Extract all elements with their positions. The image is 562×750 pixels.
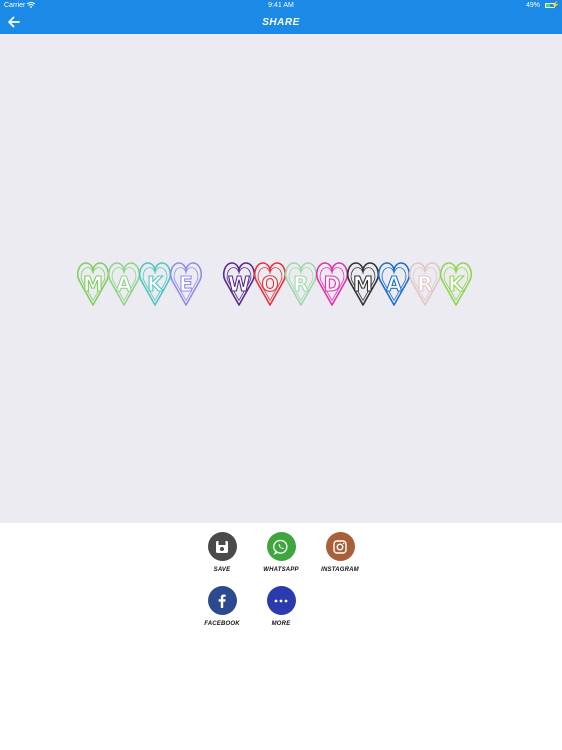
charging-bolt-icon: ⚡ <box>551 2 560 9</box>
wordmark-preview: MAKEWORDMARK <box>0 34 562 523</box>
wordmark-letter: E <box>179 272 193 296</box>
more-circle[interactable] <box>266 586 296 615</box>
wordmark-letter-heart: M <box>347 262 379 306</box>
wordmark-letter: K <box>448 272 465 296</box>
instagram-circle[interactable] <box>325 532 355 561</box>
facebook-icon <box>218 594 226 608</box>
wordmark-letter-heart: K <box>440 262 472 306</box>
status-bar: Carrier 9:41 AM 49% ⚡ <box>0 0 562 11</box>
wordmark-letter-heart: W <box>223 262 255 306</box>
whatsapp-icon <box>273 539 288 555</box>
whatsapp-label: WHATSAPP <box>263 567 299 573</box>
more-label: MORE <box>271 621 291 627</box>
more-button[interactable]: MORE <box>251 586 311 627</box>
save-label: SAVE <box>213 567 231 573</box>
save-circle[interactable] <box>207 532 237 561</box>
share-panel: SAVE WHATSAPP INSTAGRAM FACEBOOK MORE <box>0 523 562 750</box>
wordmark-letter: A <box>386 272 402 296</box>
wordmark-letter: M <box>83 272 103 296</box>
wordmark-letter-heart: O <box>254 262 286 306</box>
wordmark-letter-heart: D <box>316 262 348 306</box>
whatsapp-circle[interactable] <box>266 532 296 561</box>
save-button[interactable]: SAVE <box>192 532 252 573</box>
wordmark-letter-heart: R <box>409 262 441 306</box>
wordmark-letter: R <box>417 272 432 296</box>
wordmark-letter-heart: A <box>108 262 140 306</box>
wordmark-letter: M <box>353 272 373 296</box>
floppy-disk-icon <box>216 540 228 553</box>
wordmark-letter-heart: E <box>170 262 202 306</box>
page-title: SHARE <box>262 17 300 28</box>
clock-time: 9:41 AM <box>268 2 294 9</box>
wordmark-letter-heart: R <box>285 262 317 306</box>
navigation-bar: SHARE <box>0 11 562 34</box>
instagram-label: INSTAGRAM <box>321 567 359 573</box>
wordmark-letter-heart: M <box>77 262 109 306</box>
battery-percentage: 49% <box>525 2 540 9</box>
instagram-button[interactable]: INSTAGRAM <box>310 532 370 573</box>
wordmark-letter: D <box>324 272 341 296</box>
wordmark-letter: R <box>293 272 308 296</box>
wordmark-letter: O <box>261 272 278 296</box>
facebook-circle[interactable] <box>207 586 237 615</box>
wordmark-letter-heart: K <box>139 262 171 306</box>
instagram-icon <box>333 539 347 554</box>
more-dots-icon <box>274 599 288 602</box>
facebook-button[interactable]: FACEBOOK <box>192 586 252 627</box>
facebook-label: FACEBOOK <box>204 621 240 627</box>
wordmark-letter-heart: A <box>378 262 410 306</box>
wordmark-letter: W <box>228 272 250 296</box>
whatsapp-button[interactable]: WHATSAPP <box>251 532 311 573</box>
wordmark-letter: K <box>147 272 164 296</box>
wordmark-letter: A <box>116 272 132 296</box>
wordmark-image: MAKEWORDMARK <box>77 262 472 306</box>
